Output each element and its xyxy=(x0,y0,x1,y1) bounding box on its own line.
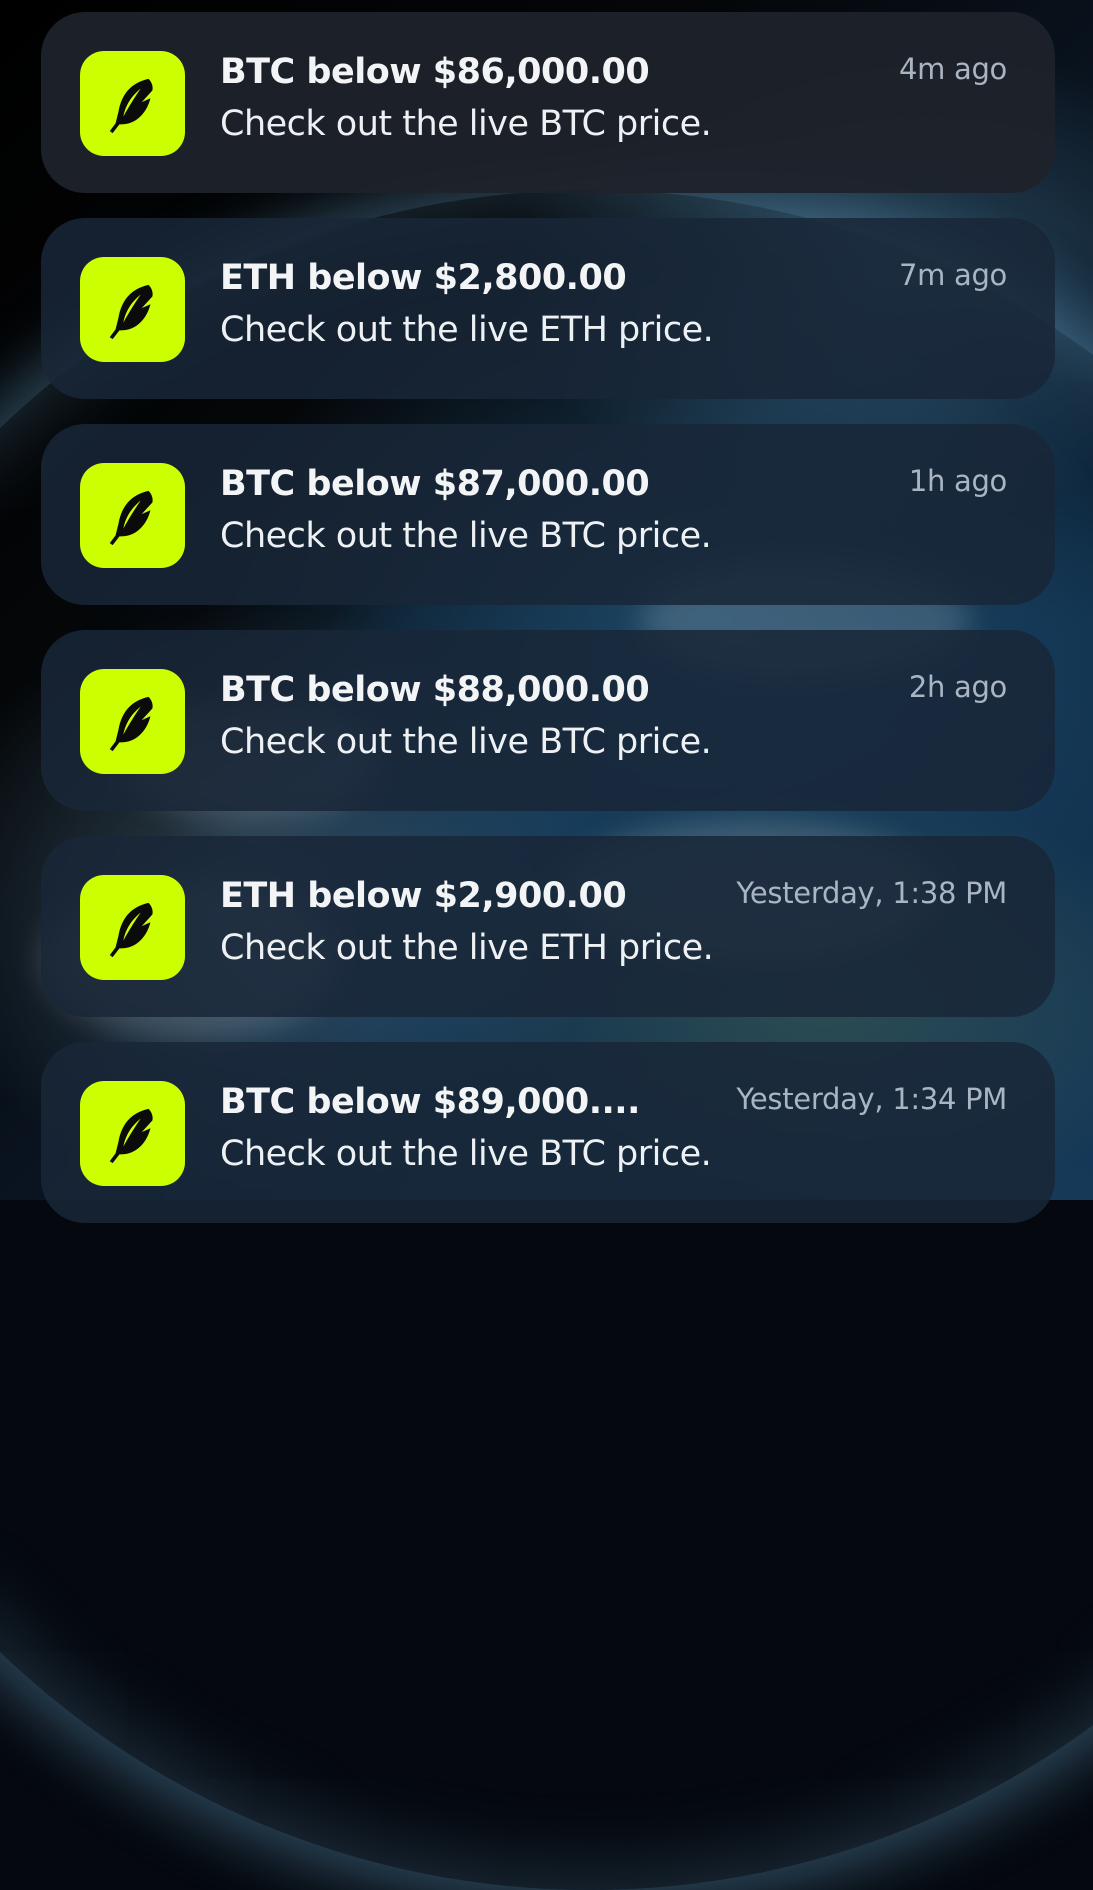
notification-body: Check out the live BTC price. xyxy=(220,722,712,762)
notification-timestamp: 2h ago xyxy=(908,670,1007,704)
feather-icon xyxy=(109,696,153,751)
notification-title: BTC below $87,000.00 xyxy=(220,464,650,504)
notification-title: BTC below $88,000.00 xyxy=(220,670,650,710)
robinhood-app-icon xyxy=(80,1081,185,1186)
notification-title: ETH below $2,900.00 xyxy=(220,876,627,916)
notification-title: BTC below $86,000.00 xyxy=(220,52,650,92)
notification-title: BTC below $89,000.... xyxy=(220,1082,640,1122)
notification-body: Check out the live BTC price. xyxy=(220,1134,712,1174)
notification-card[interactable]: ETH below $2,800.00 Check out the live E… xyxy=(41,218,1055,399)
notification-timestamp: 1h ago xyxy=(908,464,1007,498)
robinhood-app-icon xyxy=(80,875,185,980)
notification-body: Check out the live ETH price. xyxy=(220,928,714,968)
feather-icon xyxy=(109,490,153,545)
robinhood-app-icon xyxy=(80,463,185,568)
notification-timestamp: 4m ago xyxy=(898,52,1007,86)
notification-title: ETH below $2,800.00 xyxy=(220,258,627,298)
feather-icon xyxy=(109,284,153,339)
notification-card[interactable]: BTC below $88,000.00 Check out the live … xyxy=(41,630,1055,811)
notification-timestamp: Yesterday, 1:34 PM xyxy=(736,1082,1007,1116)
feather-icon xyxy=(109,902,153,957)
notification-body: Check out the live BTC price. xyxy=(220,104,712,144)
notification-card[interactable]: ETH below $2,900.00 Check out the live E… xyxy=(41,836,1055,1017)
feather-icon xyxy=(109,78,153,133)
feather-icon xyxy=(109,1108,153,1163)
notification-card[interactable]: BTC below $89,000.... Check out the live… xyxy=(41,1042,1055,1223)
notification-timestamp: Yesterday, 1:38 PM xyxy=(736,876,1007,910)
notification-timestamp: 7m ago xyxy=(898,258,1007,292)
robinhood-app-icon xyxy=(80,51,185,156)
robinhood-app-icon xyxy=(80,257,185,362)
notification-card[interactable]: BTC below $86,000.00 Check out the live … xyxy=(41,12,1055,193)
notification-card[interactable]: BTC below $87,000.00 Check out the live … xyxy=(41,424,1055,605)
notification-body: Check out the live ETH price. xyxy=(220,310,714,350)
notification-stack: BTC below $86,000.00 Check out the live … xyxy=(41,12,1055,1248)
robinhood-app-icon xyxy=(80,669,185,774)
notification-body: Check out the live BTC price. xyxy=(220,516,712,556)
